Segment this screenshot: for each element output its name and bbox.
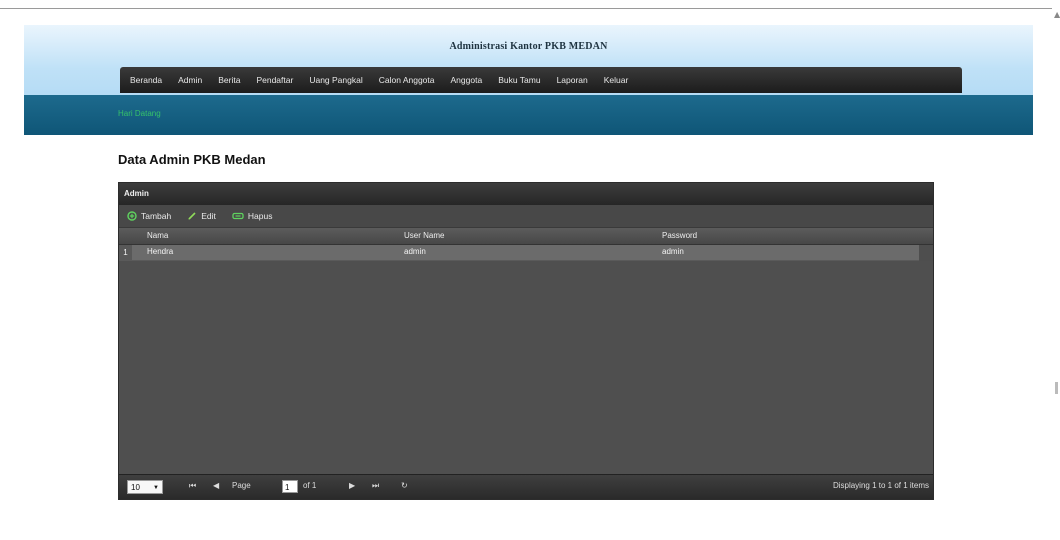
menu-item-laporan[interactable]: Laporan [557,75,588,85]
menu-item-calon-anggota[interactable]: Calon Anggota [379,75,435,85]
site-title: Administrasi Kantor PKB MEDAN [449,41,608,52]
plus-circle-icon [127,211,137,221]
page-size-select[interactable]: 10 ▼ [127,480,163,494]
page-number-input[interactable]: 1 [282,480,298,493]
scrollbar-thumb[interactable] [1055,382,1058,394]
column-header-row: Nama User Name Password [119,227,933,245]
site-header: Administrasi Kantor PKB MEDAN Beranda Ad… [24,25,1033,135]
first-page-icon[interactable]: ⏮ [189,481,196,491]
column-header-password[interactable]: Password [662,231,697,240]
column-header-username[interactable]: User Name [404,231,444,240]
menu-item-beranda[interactable]: Beranda [130,75,162,85]
delete-button[interactable]: Hapus [232,211,273,221]
grid-pager: 10 ▼ ⏮ ◀ Page 1 of 1 ▶ ⏭ ↻ Displaying 1 … [119,474,933,499]
menu-item-buku-tamu[interactable]: Buku Tamu [498,75,540,85]
top-border [0,8,1052,9]
menu-item-uang-pangkal[interactable]: Uang Pangkal [309,75,362,85]
main-menu: Beranda Admin Berita Pendaftar Uang Pang… [120,67,962,93]
scrollbar-up-icon[interactable]: ▲ [1054,10,1060,19]
delete-button-label: Hapus [247,211,273,221]
sub-navigation: Hari Datang [24,95,1033,135]
add-button[interactable]: Tambah [127,211,171,221]
page-size-value: 10 [131,483,140,492]
last-page-icon[interactable]: ⏭ [372,481,379,491]
cell-username: admin [404,247,426,256]
refresh-icon[interactable]: ↻ [401,481,408,490]
edit-button[interactable]: Edit [187,211,216,221]
table-row[interactable]: 1 Hendra admin admin [119,245,919,261]
minus-box-icon [232,212,244,220]
menu-item-pendaftar[interactable]: Pendaftar [256,75,293,85]
chevron-down-icon: ▼ [153,485,159,491]
cell-password: admin [662,247,684,256]
pencil-icon [188,212,196,220]
grid-empty-area [119,261,933,480]
menu-item-berita[interactable]: Berita [218,75,240,85]
page-title: Data Admin PKB Medan [118,152,266,167]
display-info: Displaying 1 to 1 of 1 items [832,481,929,490]
row-number: 1 [119,245,132,260]
menu-item-anggota[interactable]: Anggota [451,75,483,85]
page-label: Page [232,481,251,490]
cell-nama: Hendra [147,247,174,256]
edit-button-label: Edit [201,211,216,221]
column-header-nama[interactable]: Nama [147,231,168,240]
add-button-label: Tambah [141,211,172,221]
next-page-icon[interactable]: ▶ [349,481,355,490]
menu-item-keluar[interactable]: Keluar [604,75,629,85]
grid-toolbar: Tambah Edit Hapus [119,205,933,227]
subnav-link[interactable]: Hari Datang [118,109,161,118]
previous-page-icon[interactable]: ◀ [213,481,219,490]
grid-title: Admin [119,183,933,205]
admin-datagrid: Admin Tambah Edit Hapus Nama User Name P… [118,182,934,500]
page-count-label: of 1 [303,481,317,490]
menu-item-admin[interactable]: Admin [178,75,202,85]
